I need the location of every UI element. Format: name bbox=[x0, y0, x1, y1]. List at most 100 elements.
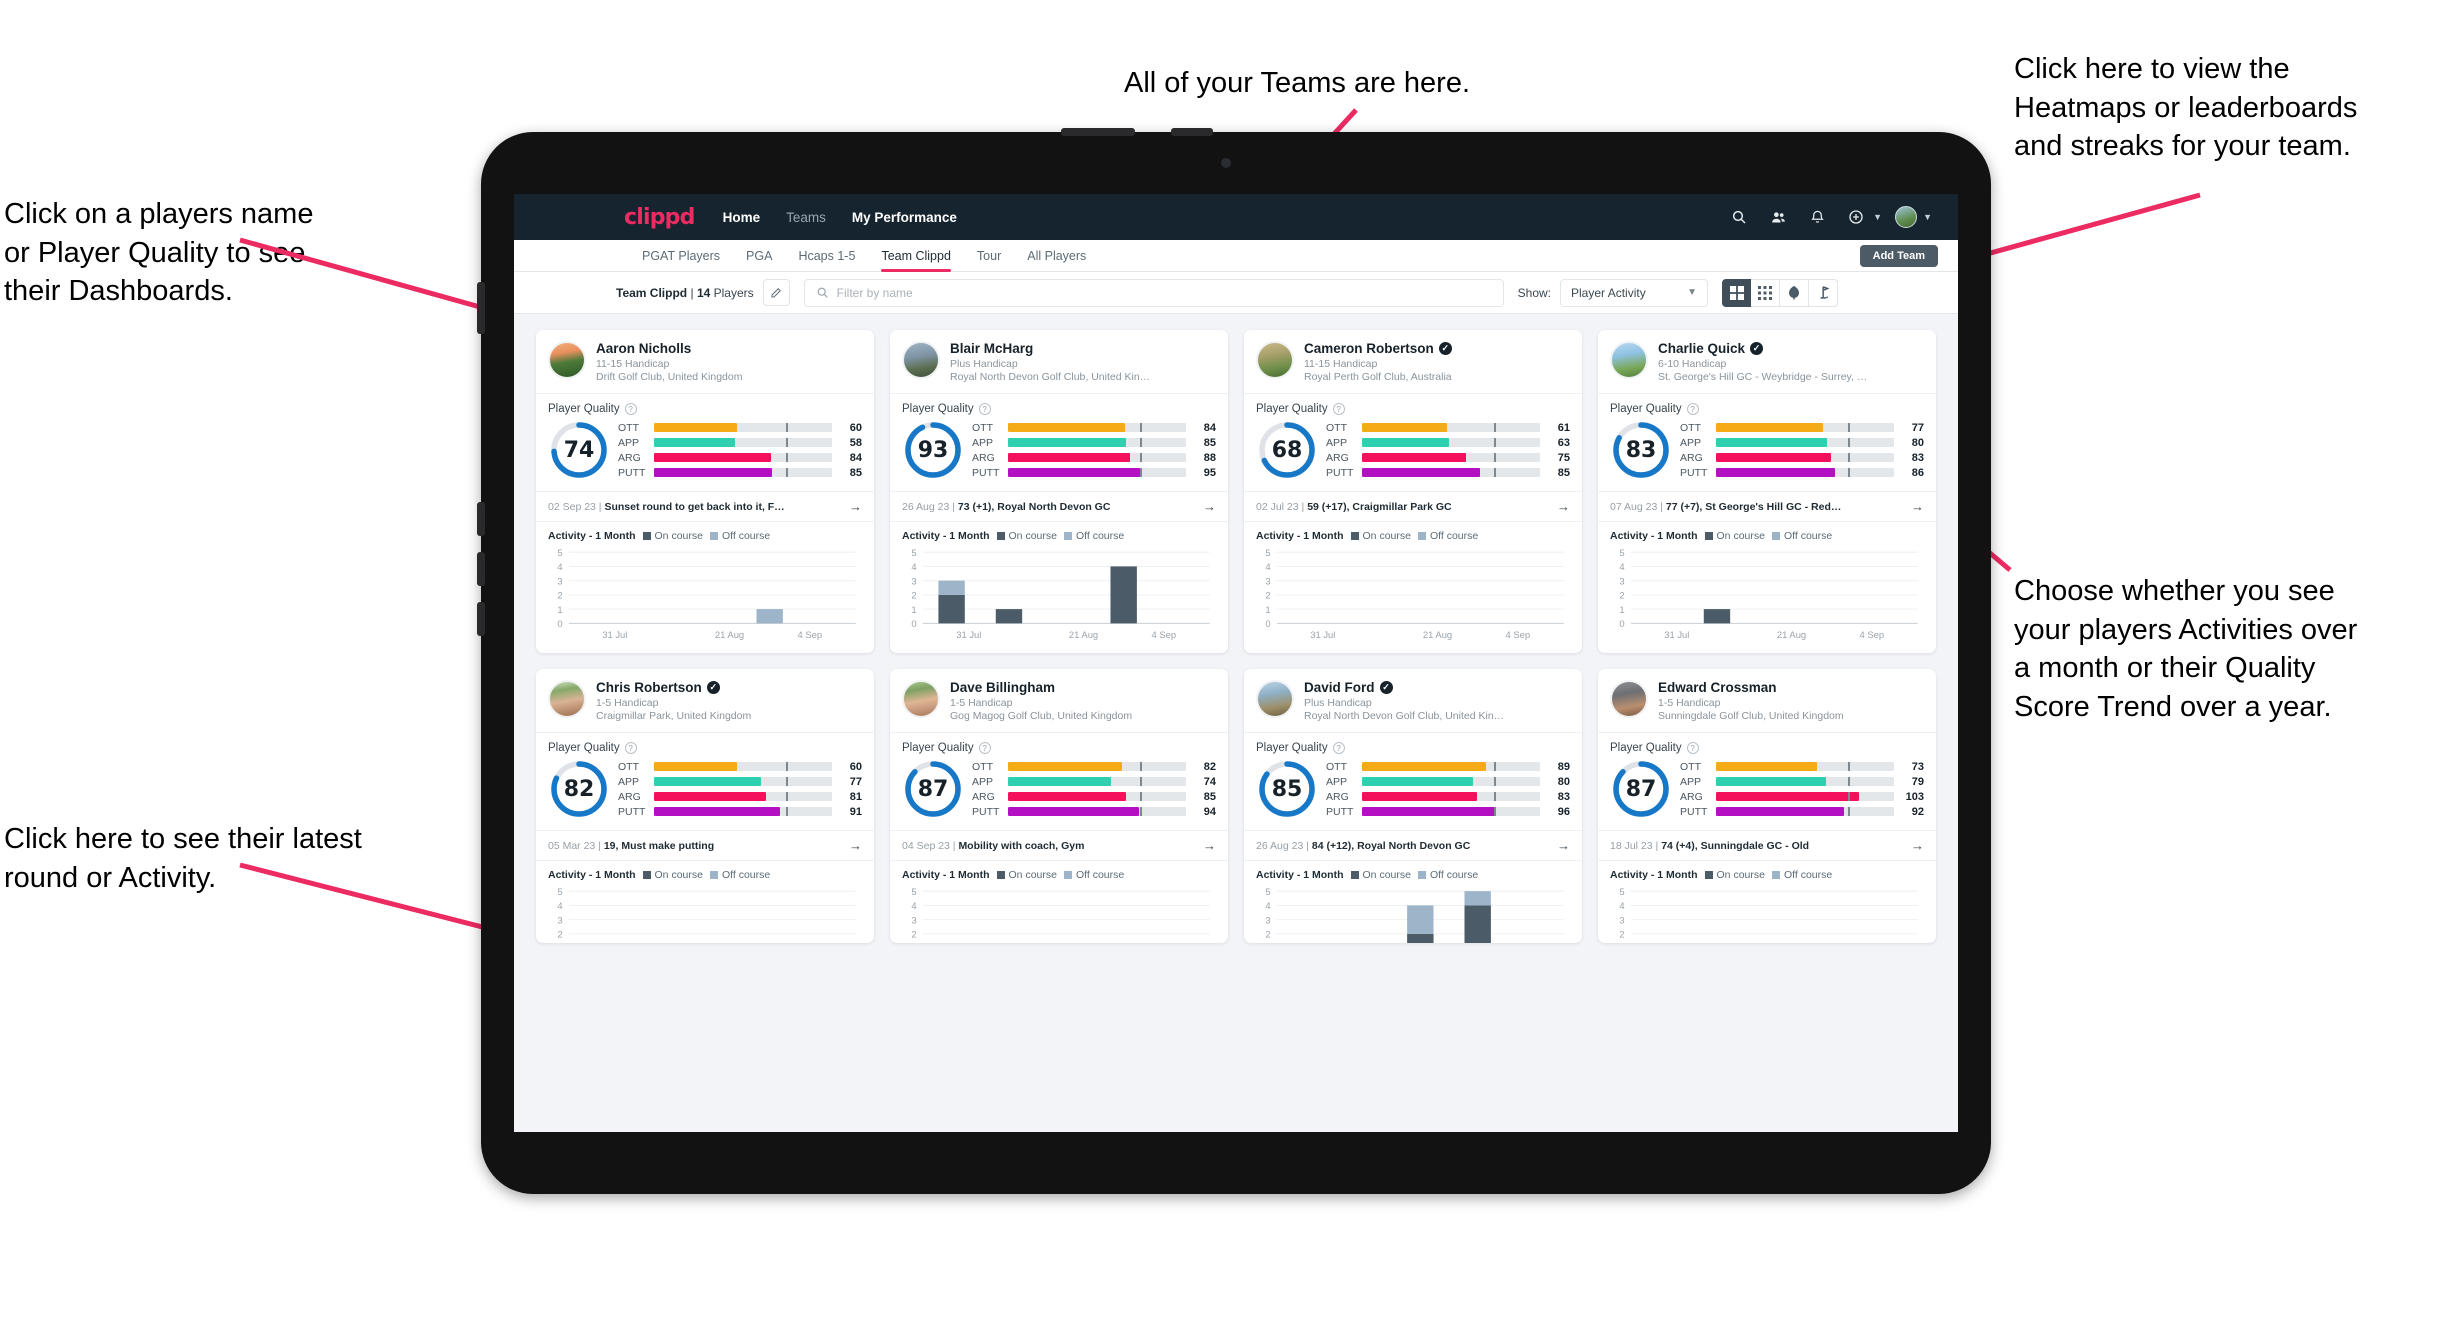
player-card-header[interactable]: Edward Crossman 1-5 Handicap Sunningdale G… bbox=[1598, 669, 1936, 732]
quality-score-ring[interactable]: 68 bbox=[1256, 419, 1318, 481]
player-card[interactable]: Aaron Nicholls 11-15 Handicap Drift Golf C… bbox=[536, 330, 874, 654]
question-icon[interactable]: ? bbox=[1332, 403, 1345, 415]
nav-home[interactable]: Home bbox=[723, 210, 761, 225]
player-card-header[interactable]: Cameron Robertson ✓ 11-15 Handicap Royal Pe… bbox=[1244, 330, 1582, 393]
chevron-down-icon-profile[interactable]: ▼ bbox=[1923, 212, 1932, 222]
arrow-right-icon[interactable]: → bbox=[849, 838, 862, 853]
question-icon[interactable]: ? bbox=[624, 403, 637, 415]
side-button-4[interactable] bbox=[477, 602, 485, 636]
arrow-right-icon[interactable]: → bbox=[1203, 838, 1216, 853]
side-button-1[interactable] bbox=[477, 282, 485, 334]
tab-pgat-players[interactable]: PGAT Players bbox=[642, 240, 720, 272]
last-activity-row[interactable]: 02 Sep 23 | Sunset round to get back int… bbox=[536, 492, 874, 521]
metric-bar bbox=[654, 807, 832, 817]
show-select[interactable]: Player Activity ▼ bbox=[1560, 278, 1709, 307]
clippd-logo[interactable]: clippd bbox=[624, 205, 695, 230]
arrow-right-icon[interactable]: → bbox=[1911, 838, 1924, 853]
player-card-header[interactable]: Charlie Quick ✓ 6-10 Handicap St. George's … bbox=[1598, 330, 1936, 393]
last-activity-row[interactable]: 07 Aug 23 | 77 (+7), St George's Hill GC… bbox=[1598, 492, 1936, 521]
player-card[interactable]: Cameron Robertson ✓ 11-15 Handicap Royal Pe… bbox=[1244, 330, 1582, 654]
last-activity-row[interactable]: 26 Aug 23 | 73 (+1), Royal North Devon G… bbox=[890, 492, 1228, 521]
search-box[interactable] bbox=[803, 278, 1504, 307]
avatar[interactable] bbox=[1891, 202, 1921, 232]
quality-score-ring[interactable]: 74 bbox=[548, 419, 610, 481]
player-name[interactable]: Charlie Quick ✓ bbox=[1658, 341, 1867, 356]
last-activity-row[interactable]: 05 Mar 23 | 19, Must make putting → bbox=[536, 831, 874, 860]
metric-bar-fill bbox=[1362, 777, 1474, 787]
player-name[interactable]: David Ford ✓ bbox=[1304, 680, 1504, 695]
quality-score-ring[interactable]: 85 bbox=[1256, 758, 1318, 820]
search-icon[interactable] bbox=[1724, 202, 1754, 232]
arrow-right-icon[interactable]: → bbox=[849, 499, 862, 514]
metric-row: ARG 88 bbox=[972, 452, 1216, 464]
question-icon[interactable]: ? bbox=[978, 403, 991, 415]
player-card-header[interactable]: Aaron Nicholls 11-15 Handicap Drift Golf C… bbox=[536, 330, 874, 393]
question-icon[interactable]: ? bbox=[1332, 742, 1345, 755]
quality-score-ring[interactable]: 87 bbox=[902, 758, 964, 820]
tab-all-players[interactable]: All Players bbox=[1027, 240, 1086, 272]
pencil-icon[interactable] bbox=[762, 279, 790, 306]
tab-tour[interactable]: Tour bbox=[977, 240, 1001, 272]
question-icon[interactable]: ? bbox=[1686, 403, 1699, 415]
player-name[interactable]: Blair McHarg bbox=[950, 341, 1150, 356]
quality-score-ring[interactable]: 93 bbox=[902, 419, 964, 481]
add-team-button[interactable]: Add Team bbox=[1859, 245, 1938, 267]
metric-benchmark-tick bbox=[785, 438, 788, 447]
tab-team-clippd[interactable]: Team Clippd bbox=[881, 240, 952, 272]
player-card[interactable]: Chris Robertson ✓ 1-5 Handicap Craigmillar … bbox=[536, 669, 874, 944]
volume-button[interactable] bbox=[1061, 128, 1135, 136]
last-activity-row[interactable]: 02 Jul 23 | 59 (+17), Craigmillar Park G… bbox=[1244, 492, 1582, 521]
player-card[interactable]: Blair McHarg Plus Handicap Royal North Dev… bbox=[890, 330, 1228, 654]
question-icon[interactable]: ? bbox=[978, 742, 991, 755]
last-activity-row[interactable]: 18 Jul 23 | 74 (+4), Sunningdale GC - Ol… bbox=[1598, 831, 1936, 860]
player-card-header[interactable]: Dave Billingham 1-5 Handicap Gog Magog Gol… bbox=[890, 669, 1228, 732]
search-input[interactable] bbox=[836, 285, 1492, 300]
chevron-down-icon-add[interactable]: ▼ bbox=[1873, 212, 1882, 222]
player-name[interactable]: Cameron Robertson ✓ bbox=[1304, 341, 1452, 356]
player-name[interactable]: Aaron Nicholls bbox=[596, 341, 742, 356]
plus-circle-icon[interactable] bbox=[1841, 202, 1871, 232]
side-button-2[interactable] bbox=[477, 502, 485, 536]
last-activity-row[interactable]: 04 Sep 23 | Mobility with coach, Gym → bbox=[890, 831, 1228, 860]
people-icon[interactable] bbox=[1763, 202, 1793, 232]
player-card[interactable]: Edward Crossman 1-5 Handicap Sunningdale G… bbox=[1598, 669, 1936, 944]
player-name[interactable]: Edward Crossman bbox=[1658, 680, 1844, 695]
bell-icon[interactable] bbox=[1802, 202, 1832, 232]
player-card[interactable]: Charlie Quick ✓ 6-10 Handicap St. George's … bbox=[1598, 330, 1936, 654]
power-button[interactable] bbox=[1171, 128, 1213, 136]
player-card-header[interactable]: David Ford ✓ Plus Handicap Royal North Devo… bbox=[1244, 669, 1582, 732]
arrow-right-icon[interactable]: → bbox=[1203, 499, 1216, 514]
arrow-right-icon[interactable]: → bbox=[1911, 499, 1924, 514]
metric-bar bbox=[1716, 438, 1894, 447]
question-icon[interactable]: ? bbox=[624, 742, 637, 755]
quality-score-ring[interactable]: 83 bbox=[1610, 419, 1672, 481]
flag-icon[interactable] bbox=[1809, 278, 1839, 307]
last-activity-row[interactable]: 26 Aug 23 | 84 (+12), Royal North Devon … bbox=[1244, 831, 1582, 860]
metric-value: 84 bbox=[849, 451, 862, 464]
nav-teams[interactable]: Teams bbox=[786, 210, 826, 225]
grid-4-icon[interactable] bbox=[1722, 278, 1752, 307]
player-card-header[interactable]: Chris Robertson ✓ 1-5 Handicap Craigmillar … bbox=[536, 669, 874, 732]
question-icon[interactable]: ? bbox=[1686, 742, 1699, 755]
player-card[interactable]: Dave Billingham 1-5 Handicap Gog Magog Gol… bbox=[890, 669, 1228, 944]
quality-score-ring[interactable]: 82 bbox=[548, 758, 610, 820]
player-name[interactable]: Chris Robertson ✓ bbox=[596, 680, 751, 695]
heatmap-icon[interactable] bbox=[1780, 278, 1810, 307]
legend-label-off: Off course bbox=[1429, 530, 1479, 542]
player-name[interactable]: Dave Billingham bbox=[950, 680, 1132, 695]
metric-bar-fill bbox=[1716, 792, 1859, 802]
arrow-right-icon[interactable]: → bbox=[1557, 838, 1570, 853]
metric-label: PUTT bbox=[618, 805, 646, 818]
tab-hcaps-1-5[interactable]: Hcaps 1-5 bbox=[798, 240, 855, 272]
metrics-list: OTT 89 APP 80 ARG 83 PUTT 96 bbox=[1326, 761, 1570, 818]
side-button-3[interactable] bbox=[477, 552, 485, 586]
svg-text:3: 3 bbox=[911, 915, 916, 926]
arrow-right-icon[interactable]: → bbox=[1557, 499, 1570, 514]
grid-9-icon[interactable] bbox=[1751, 278, 1781, 307]
last-activity-text: 04 Sep 23 | Mobility with coach, Gym bbox=[902, 840, 1084, 852]
player-card-header[interactable]: Blair McHarg Plus Handicap Royal North Dev… bbox=[890, 330, 1228, 393]
player-card[interactable]: David Ford ✓ Plus Handicap Royal North Devo… bbox=[1244, 669, 1582, 944]
quality-score-ring[interactable]: 87 bbox=[1610, 758, 1672, 820]
nav-my-performance[interactable]: My Performance bbox=[852, 210, 957, 225]
tab-pga[interactable]: PGA bbox=[746, 240, 772, 272]
